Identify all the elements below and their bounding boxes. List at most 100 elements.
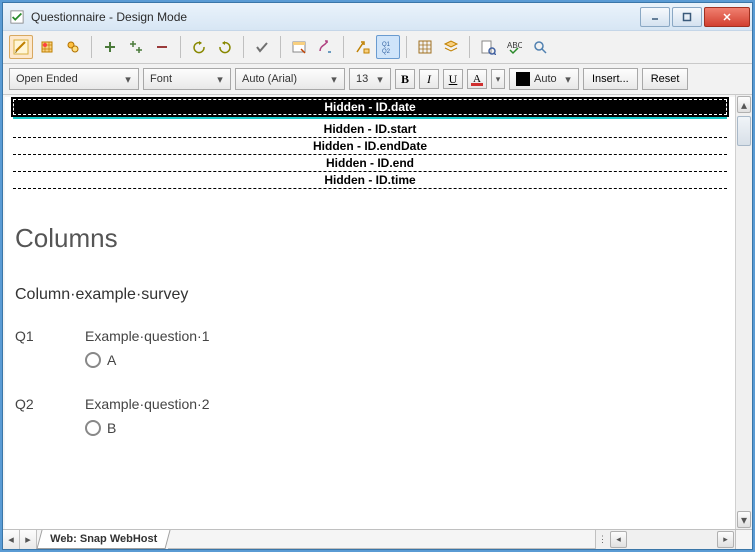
svg-text:Q1: Q1 bbox=[382, 42, 391, 48]
window-controls bbox=[640, 7, 750, 27]
tab-spacer bbox=[168, 530, 595, 549]
layers-button[interactable] bbox=[439, 35, 463, 59]
spellcheck-button[interactable]: ABC bbox=[502, 35, 526, 59]
font-element-dropdown[interactable]: Font ▾ bbox=[143, 68, 231, 90]
app-icon bbox=[9, 9, 25, 25]
redo-button[interactable] bbox=[213, 35, 237, 59]
option-label: A bbox=[107, 352, 116, 368]
preview-button[interactable] bbox=[476, 35, 500, 59]
font-name-dropdown[interactable]: Auto (Arial) ▾ bbox=[235, 68, 345, 90]
find-button[interactable] bbox=[528, 35, 552, 59]
scroll-up-button[interactable]: ▴ bbox=[737, 96, 751, 113]
dropdown-value: Auto (Arial) bbox=[242, 73, 297, 85]
hidden-label: Hidden - ID.time bbox=[324, 173, 415, 187]
hidden-variable-row[interactable]: Hidden - ID.time bbox=[13, 172, 727, 189]
italic-button[interactable]: I bbox=[419, 69, 439, 89]
question-number: Q2 bbox=[15, 396, 85, 456]
hidden-variable-row[interactable]: Hidden - ID.end bbox=[13, 155, 727, 172]
tab-nav-last[interactable]: ▸ bbox=[20, 530, 37, 549]
radio-icon bbox=[85, 352, 101, 368]
maximize-button[interactable] bbox=[672, 7, 702, 27]
answer-option[interactable]: B bbox=[85, 420, 725, 436]
close-button[interactable] bbox=[704, 7, 750, 27]
hidden-label: Hidden - ID.endDate bbox=[313, 139, 427, 153]
color-swatch bbox=[516, 72, 530, 86]
show-qnumbers-button[interactable]: Q1Q2 bbox=[376, 35, 400, 59]
window-title: Questionnaire - Design Mode bbox=[31, 10, 640, 24]
checkmark-button[interactable] bbox=[250, 35, 274, 59]
dropdown-value: 13 bbox=[356, 73, 368, 85]
question-row[interactable]: Q2 Example·question·2 B bbox=[15, 396, 725, 456]
routing-button[interactable] bbox=[313, 35, 337, 59]
hidden-label: Hidden - ID.start bbox=[324, 122, 417, 136]
workspace: Hidden - ID.date Hidden - ID.start Hidde… bbox=[3, 95, 752, 529]
clone-question-button[interactable] bbox=[124, 35, 148, 59]
separator bbox=[180, 36, 181, 58]
delete-question-button[interactable] bbox=[150, 35, 174, 59]
background-color-dropdown[interactable]: Auto ▾ bbox=[509, 68, 579, 90]
question-number: Q1 bbox=[15, 328, 85, 388]
separator bbox=[406, 36, 407, 58]
question-text[interactable]: Example·question·1 bbox=[85, 328, 725, 344]
main-toolbar: Q1Q2 ABC bbox=[3, 31, 752, 64]
question-row[interactable]: Q1 Example·question·1 A bbox=[15, 328, 725, 388]
selection-marker bbox=[13, 115, 727, 119]
dropdown-value: Font bbox=[150, 73, 172, 85]
horizontal-scrollbar[interactable]: ⋮ ◂ ▸ bbox=[595, 530, 735, 549]
corner-grip bbox=[735, 530, 752, 549]
edition-tab[interactable]: Web: Snap WebHost bbox=[36, 530, 170, 549]
answer-option[interactable]: A bbox=[85, 352, 725, 368]
hidden-variable-selected[interactable]: Hidden - ID.date bbox=[13, 99, 727, 115]
insert-button[interactable]: Insert... bbox=[583, 68, 638, 90]
design-canvas[interactable]: Hidden - ID.date Hidden - ID.start Hidde… bbox=[5, 97, 735, 529]
separator bbox=[243, 36, 244, 58]
svg-text:ABC: ABC bbox=[507, 41, 522, 50]
survey-body: Columns Column·example·survey Q1 Example… bbox=[5, 189, 735, 474]
chevron-down-icon: ▾ bbox=[326, 73, 342, 86]
design-mode-button[interactable] bbox=[9, 35, 33, 59]
survey-title[interactable]: Columns bbox=[15, 223, 725, 254]
minimize-button[interactable] bbox=[640, 7, 670, 27]
undo-button[interactable] bbox=[187, 35, 211, 59]
reset-button[interactable]: Reset bbox=[642, 68, 689, 90]
question-style-dropdown[interactable]: Open Ended ▾ bbox=[9, 68, 139, 90]
hidden-variable-row[interactable]: Hidden - ID.endDate bbox=[13, 138, 727, 155]
scroll-thumb[interactable] bbox=[737, 116, 751, 146]
scroll-track[interactable] bbox=[736, 114, 752, 510]
chevron-down-icon: ▾ bbox=[120, 73, 136, 86]
scroll-down-button[interactable]: ▾ bbox=[737, 511, 751, 528]
hidden-label: Hidden - ID.date bbox=[324, 100, 415, 114]
format-toolbar: Open Ended ▾ Font ▾ Auto (Arial) ▾ 13 ▾ … bbox=[3, 64, 752, 95]
dropdown-value: Auto bbox=[534, 73, 557, 85]
option-label: B bbox=[107, 420, 116, 436]
question-body: Example·question·2 B bbox=[85, 396, 725, 456]
tab-nav-first[interactable]: ◂ bbox=[3, 530, 20, 549]
separator bbox=[469, 36, 470, 58]
hidden-label: Hidden - ID.end bbox=[326, 156, 414, 170]
color-dropdown-arrow[interactable]: ▾ bbox=[491, 69, 505, 89]
underline-button[interactable]: U bbox=[443, 69, 463, 89]
radio-icon bbox=[85, 420, 101, 436]
hidden-variable-row[interactable]: Hidden - ID.start bbox=[13, 121, 727, 138]
font-size-dropdown[interactable]: 13 ▾ bbox=[349, 68, 391, 90]
question-text[interactable]: Example·question·2 bbox=[85, 396, 725, 412]
properties-button[interactable] bbox=[287, 35, 311, 59]
scroll-track[interactable] bbox=[628, 531, 716, 548]
survey-subtitle[interactable]: Column·example·survey bbox=[15, 286, 725, 304]
publish-button[interactable] bbox=[61, 35, 85, 59]
chevron-down-icon: ▾ bbox=[212, 73, 228, 86]
svg-text:Q2: Q2 bbox=[382, 49, 391, 55]
font-color-button[interactable]: A bbox=[467, 69, 487, 89]
scroll-left-button[interactable]: ◂ bbox=[610, 531, 627, 548]
question-body: Example·question·1 A bbox=[85, 328, 725, 388]
scroll-right-button[interactable]: ▸ bbox=[717, 531, 734, 548]
app-window: Questionnaire - Design Mode bbox=[2, 2, 753, 550]
splitter-handle[interactable]: ⋮ bbox=[596, 534, 609, 545]
new-question-button[interactable] bbox=[98, 35, 122, 59]
grid-view-button[interactable] bbox=[413, 35, 437, 59]
variables-button[interactable] bbox=[35, 35, 59, 59]
bold-button[interactable]: B bbox=[395, 69, 415, 89]
goto-button[interactable] bbox=[350, 35, 374, 59]
font-color-icon: A bbox=[469, 71, 485, 87]
vertical-scrollbar[interactable]: ▴ ▾ bbox=[735, 95, 752, 529]
